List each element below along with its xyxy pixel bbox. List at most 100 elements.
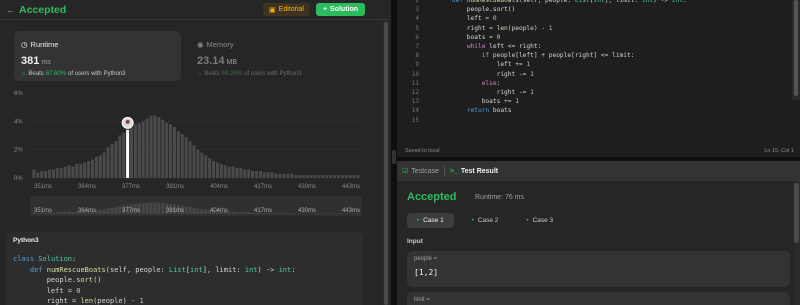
bar xyxy=(180,134,184,178)
editor-scrollbar-thumb[interactable] xyxy=(794,0,798,96)
bar xyxy=(90,159,94,178)
bar xyxy=(251,170,255,178)
tab-testcase[interactable]: ☑ Testcase xyxy=(397,167,444,176)
accepted-status: ← Accepted xyxy=(6,4,66,16)
bar xyxy=(184,136,188,178)
bar xyxy=(336,175,340,178)
mini-bar xyxy=(294,213,298,214)
bar xyxy=(157,117,161,178)
mini-bar xyxy=(192,207,196,214)
mini-bar xyxy=(51,212,55,214)
bar xyxy=(321,175,325,178)
mini-bar xyxy=(290,213,294,214)
result-status: Accepted xyxy=(407,191,457,203)
bar xyxy=(286,173,290,178)
beats-suffix: of users with Python3 xyxy=(68,70,126,77)
mini-bar xyxy=(196,208,200,214)
result-scrollbar[interactable] xyxy=(793,181,800,305)
pass-dot-icon: • xyxy=(526,217,529,224)
submission-header: ← Accepted ▣ Editorial + Solution xyxy=(0,0,391,20)
line-number: 11 xyxy=(411,79,419,87)
mini-bar xyxy=(145,202,149,214)
line-number: 3 xyxy=(415,6,419,14)
bar xyxy=(161,119,165,178)
editorial-button[interactable]: ▣ Editorial xyxy=(263,3,310,16)
submission-panel: ← Accepted ▣ Editorial + Solution ◷ Runt… xyxy=(0,0,391,305)
case-tab-2[interactable]: • Case 2 xyxy=(462,213,509,228)
checkbox-icon: ☑ xyxy=(402,168,409,175)
x-tick-label: 391ms xyxy=(166,184,184,190)
bar xyxy=(243,169,247,178)
code-preview: Python3 class Solution: def numRescueBoa… xyxy=(6,232,363,305)
bar xyxy=(212,161,216,178)
runtime-beats: ♨ Beats 67.60% of users with Python3 xyxy=(21,70,126,78)
editor-scrollbar[interactable] xyxy=(792,0,800,100)
fire-icon: ♨ xyxy=(21,71,27,77)
x-tick-label: 443ms xyxy=(342,184,360,190)
case-tab-1[interactable]: • Case 1 xyxy=(407,213,454,228)
left-scrollbar[interactable] xyxy=(383,20,389,305)
bar xyxy=(188,141,192,178)
runtime-card[interactable]: ◷ Runtime 381 ms ♨ Beats 67.60% of users … xyxy=(14,31,181,81)
solution-button[interactable]: + Solution xyxy=(316,3,365,16)
case-label: Case 1 xyxy=(423,217,444,224)
mini-bar xyxy=(231,211,235,214)
mini-bar xyxy=(204,209,208,214)
mini-bar xyxy=(184,206,188,214)
tab-test-result[interactable]: >_ Test Result xyxy=(445,168,503,175)
editor-footer: Saved to local Ln 15, Col 1 xyxy=(397,146,800,157)
splitter-grip[interactable] xyxy=(392,150,396,164)
x-tick-label: 430ms xyxy=(298,184,316,190)
code-editor[interactable]: 2 3 4 5 6 7 8 9 10 11 12 13 14 15 def numRescueBoats(… xyxy=(397,0,800,157)
bar xyxy=(215,162,219,178)
beats-suffix: of users with Python3 xyxy=(244,70,302,77)
bar xyxy=(227,166,231,178)
mini-tick-label: 430ms xyxy=(298,208,316,214)
cursor-position: Ln 15, Col 1 xyxy=(764,148,794,154)
bar xyxy=(44,170,48,178)
y-tick-label: 0% xyxy=(14,176,23,182)
line-number: 10 xyxy=(411,70,419,78)
bar xyxy=(282,173,286,178)
case-tab-3[interactable]: • Case 3 xyxy=(516,213,563,228)
tab-test-result-label: Test Result xyxy=(460,167,499,175)
bar xyxy=(208,158,212,178)
header-divider xyxy=(0,19,391,20)
bar xyxy=(63,166,67,178)
y-tick-label: 2% xyxy=(14,148,23,154)
runtime-distribution-chart[interactable]: 6% 4% 2% 0% 351ms 364ms 377ms 391ms 404ms 417ms 43… xyxy=(10,86,375,226)
bar xyxy=(239,168,243,178)
memory-title-label: Memory xyxy=(206,40,234,49)
input-limit-name: limit = xyxy=(414,297,430,303)
bar xyxy=(94,156,98,178)
bar xyxy=(169,124,173,178)
case-label: Case 2 xyxy=(477,217,499,224)
mini-bar xyxy=(325,213,329,214)
case-label: Case 3 xyxy=(532,217,554,224)
bar xyxy=(297,175,301,178)
left-scrollbar-thumb[interactable] xyxy=(384,22,388,305)
highlight-bar xyxy=(126,129,130,178)
chart-svg[interactable]: 6% 4% 2% 0% 351ms 364ms 377ms 391ms 404ms 417ms 43… xyxy=(10,86,375,226)
bar xyxy=(137,122,141,178)
solution-label: Solution xyxy=(330,6,359,13)
result-scrollbar-thumb[interactable] xyxy=(794,183,799,243)
input-limit: limit = xyxy=(407,292,790,305)
bar xyxy=(51,169,55,178)
x-tick-label: 404ms xyxy=(210,184,228,190)
mini-tick-label: 377ms xyxy=(122,208,140,214)
x-tick-label: 417ms xyxy=(254,184,272,190)
beats-percent: 69.28% xyxy=(221,70,243,77)
memory-title: ◉ Memory xyxy=(197,40,234,49)
mini-bar xyxy=(243,212,247,214)
back-arrow-icon[interactable]: ← xyxy=(6,5,15,15)
clock-icon: ◷ xyxy=(21,40,28,49)
line-number: 14 xyxy=(411,107,419,115)
memory-card[interactable]: ◉ Memory 23.14 MB ♨ Beats 69.28% of users… xyxy=(190,31,360,81)
mini-tick-label: 417ms xyxy=(254,208,272,214)
editor-code[interactable]: def numRescueBoats(self, people: List[in… xyxy=(437,0,687,116)
mini-bar xyxy=(118,206,122,214)
mini-bar xyxy=(161,203,165,214)
beats-prefix: Beats xyxy=(204,70,220,77)
bar xyxy=(59,168,63,178)
